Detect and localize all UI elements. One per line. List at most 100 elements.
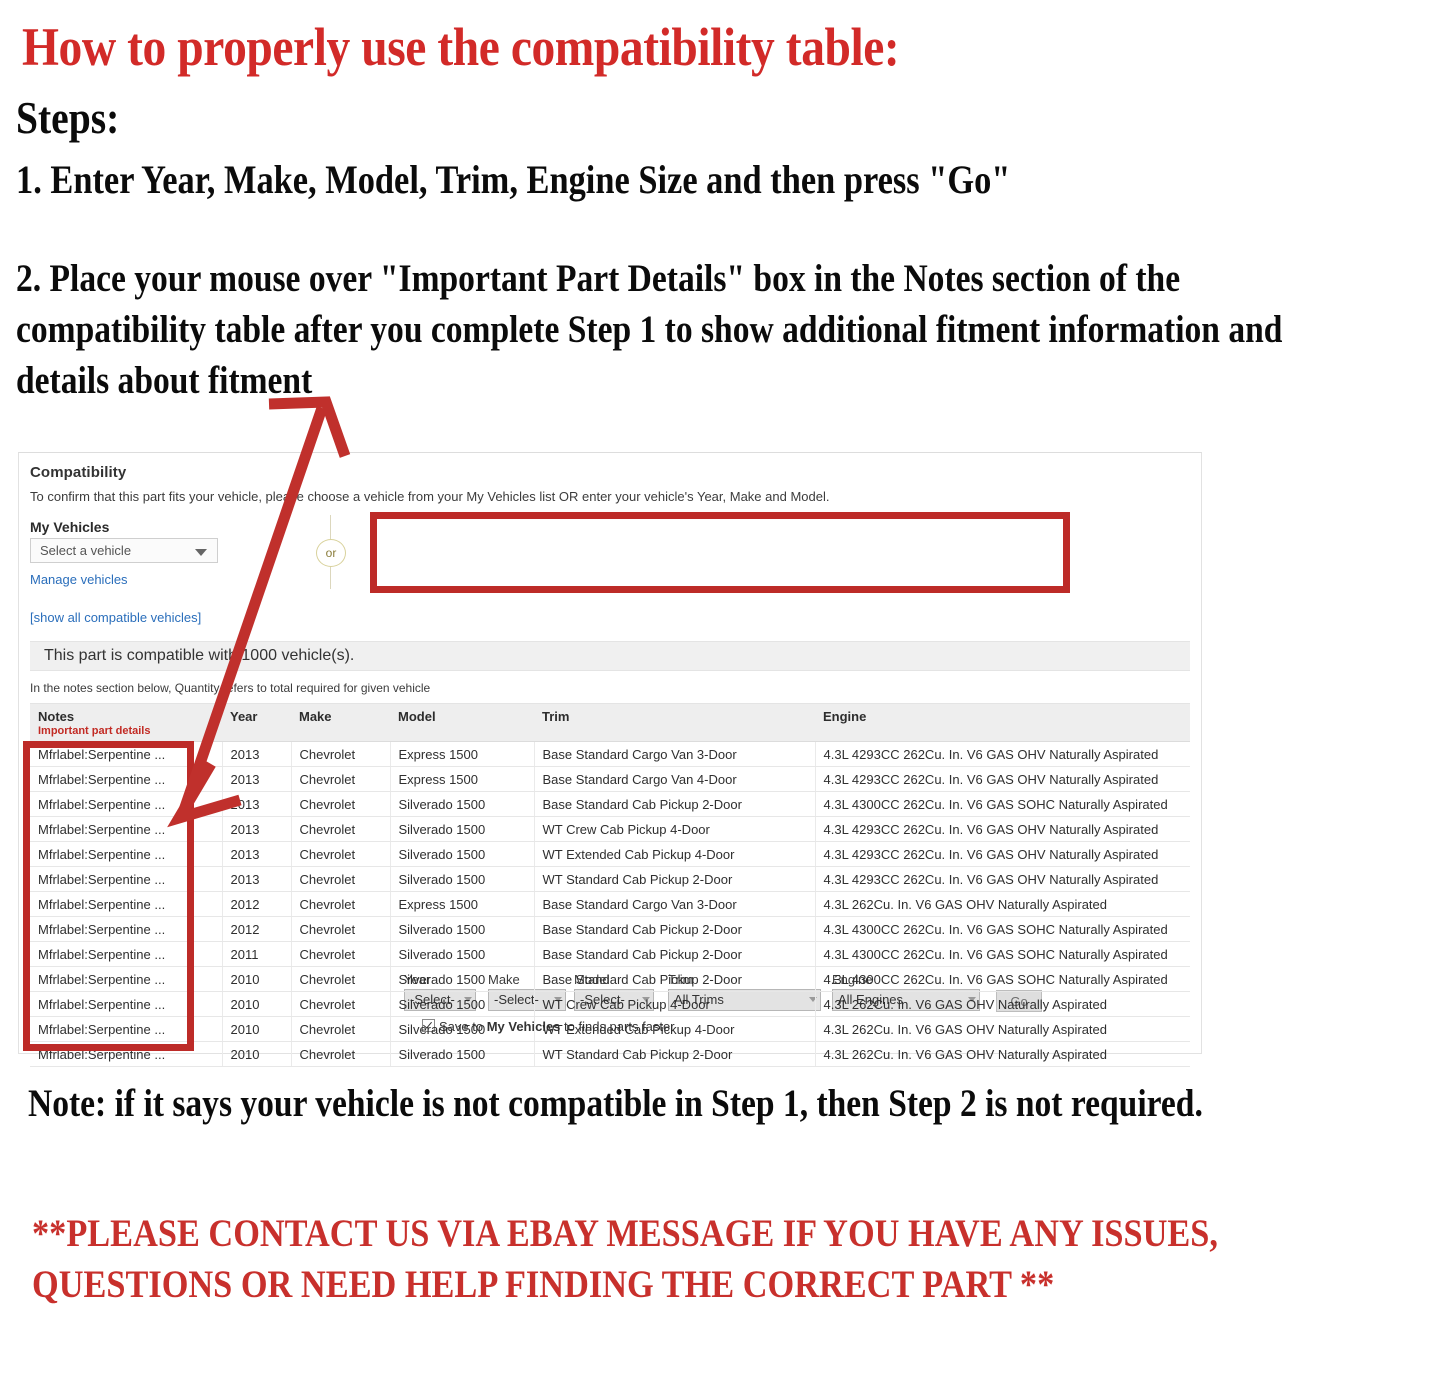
- cell-engine: 4.3L 262Cu. In. V6 GAS OHV Naturally Asp…: [815, 1016, 1190, 1042]
- my-vehicles-label: My Vehicles: [30, 519, 110, 535]
- cell-year: 2010: [222, 966, 292, 992]
- note-text: Note: if it says your vehicle is not com…: [28, 1082, 1203, 1125]
- cell-make: Chevrolet: [291, 766, 391, 792]
- fitment-table: Notes Important part details Year Make M…: [30, 703, 1190, 1067]
- cell-notes[interactable]: Mfrlabel:Serpentine ...: [30, 841, 223, 867]
- cell-trim: Base Standard Cargo Van 3-Door: [534, 741, 816, 767]
- table-row: Mfrlabel:Serpentine ... 2012 Chevrolet Expr…: [30, 891, 1190, 917]
- cell-model: Silverado 1500: [390, 916, 535, 942]
- or-divider-label: or: [316, 539, 346, 567]
- table-header-row: Notes Important part details Year Make M…: [30, 703, 1190, 742]
- col-header-year: Year: [222, 703, 291, 742]
- my-vehicles-select-value: Select a vehicle: [40, 543, 132, 558]
- or-divider: or: [309, 515, 353, 589]
- manage-vehicles-link[interactable]: Manage vehicles: [30, 572, 128, 587]
- table-row: Mfrlabel:Serpentine ... 2010 Chevrolet Silv…: [30, 991, 1190, 1017]
- cell-make: Chevrolet: [291, 1041, 391, 1067]
- table-row: Mfrlabel:Serpentine ... 2013 Chevrolet Expr…: [30, 766, 1190, 792]
- cell-model: Silverado 1500: [390, 991, 535, 1017]
- important-part-details-label[interactable]: Important part details: [38, 725, 214, 737]
- cell-notes[interactable]: Mfrlabel:Serpentine ...: [30, 916, 223, 942]
- cell-model: Silverado 1500: [390, 1016, 535, 1042]
- cell-trim: Base Standard Cab Pickup 2-Door: [534, 916, 816, 942]
- cell-trim: Base Standard Cab Pickup 2-Door: [534, 791, 816, 817]
- cell-notes[interactable]: Mfrlabel:Serpentine ...: [30, 741, 223, 767]
- step-2-text: 2. Place your mouse over "Important Part…: [16, 257, 1283, 402]
- cell-engine: 4.3L 4300CC 262Cu. In. V6 GAS SOHC Natur…: [815, 916, 1190, 942]
- col-header-notes-label: Notes: [38, 709, 75, 724]
- page-title: How to properly use the compatibility ta…: [22, 17, 900, 77]
- cell-model: Silverado 1500: [390, 966, 535, 992]
- table-row: Mfrlabel:Serpentine ... 2010 Chevrolet Silv…: [30, 1041, 1190, 1067]
- cell-notes[interactable]: Mfrlabel:Serpentine ...: [30, 791, 223, 817]
- cell-trim: WT Extended Cab Pickup 4-Door: [534, 841, 816, 867]
- steps-label: Steps:: [16, 92, 120, 143]
- cell-trim: Base Standard Cab Pickup 2-Door: [534, 966, 816, 992]
- cell-model: Silverado 1500: [390, 941, 535, 967]
- cell-trim: WT Standard Cab Pickup 2-Door: [534, 866, 816, 892]
- cell-model: Silverado 1500: [390, 791, 535, 817]
- cell-make: Chevrolet: [291, 1016, 391, 1042]
- cell-trim: WT Extended Cab Pickup 4-Door: [534, 1016, 816, 1042]
- cell-engine: 4.3L 262Cu. In. V6 GAS OHV Naturally Asp…: [815, 991, 1190, 1017]
- cell-engine: 4.3L 4300CC 262Cu. In. V6 GAS SOHC Natur…: [815, 791, 1190, 817]
- cell-notes[interactable]: Mfrlabel:Serpentine ...: [30, 816, 223, 842]
- compatibility-heading: Compatibility: [30, 464, 127, 481]
- show-all-compatible-vehicles-link[interactable]: [show all compatible vehicles]: [30, 610, 201, 625]
- cell-make: Chevrolet: [291, 941, 391, 967]
- cell-model: Express 1500: [390, 766, 535, 792]
- cell-model: Express 1500: [390, 741, 535, 767]
- col-header-engine: Engine: [815, 703, 1190, 742]
- cell-make: Chevrolet: [291, 816, 391, 842]
- table-row: Mfrlabel:Serpentine ... 2010 Chevrolet Silv…: [30, 966, 1190, 992]
- contact-text: **PLEASE CONTACT US VIA EBAY MESSAGE IF …: [32, 1212, 1218, 1306]
- cell-year: 2013: [222, 866, 292, 892]
- cell-engine: 4.3L 4293CC 262Cu. In. V6 GAS OHV Natura…: [815, 841, 1190, 867]
- table-row: Mfrlabel:Serpentine ... 2010 Chevrolet Silv…: [30, 1016, 1190, 1042]
- cell-year: 2013: [222, 816, 292, 842]
- cell-engine: 4.3L 4300CC 262Cu. In. V6 GAS SOHC Natur…: [815, 941, 1190, 967]
- cell-notes[interactable]: Mfrlabel:Serpentine ...: [30, 966, 223, 992]
- table-row: Mfrlabel:Serpentine ... 2013 Chevrolet Silv…: [30, 791, 1190, 817]
- cell-year: 2010: [222, 1016, 292, 1042]
- cell-notes[interactable]: Mfrlabel:Serpentine ...: [30, 1016, 223, 1042]
- cell-make: Chevrolet: [291, 866, 391, 892]
- cell-year: 2013: [222, 741, 292, 767]
- cell-make: Chevrolet: [291, 791, 391, 817]
- cell-year: 2010: [222, 1041, 292, 1067]
- cell-notes[interactable]: Mfrlabel:Serpentine ...: [30, 941, 223, 967]
- cell-trim: Base Standard Cab Pickup 2-Door: [534, 941, 816, 967]
- cell-notes[interactable]: Mfrlabel:Serpentine ...: [30, 866, 223, 892]
- cell-model: Silverado 1500: [390, 866, 535, 892]
- cell-notes[interactable]: Mfrlabel:Serpentine ...: [30, 991, 223, 1017]
- cell-engine: 4.3L 4293CC 262Cu. In. V6 GAS OHV Natura…: [815, 866, 1190, 892]
- table-row: Mfrlabel:Serpentine ... 2013 Chevrolet Silv…: [30, 866, 1190, 892]
- cell-notes[interactable]: Mfrlabel:Serpentine ...: [30, 1041, 223, 1067]
- cell-trim: WT Standard Cab Pickup 2-Door: [534, 1041, 816, 1067]
- cell-make: Chevrolet: [291, 891, 391, 917]
- cell-notes[interactable]: Mfrlabel:Serpentine ...: [30, 891, 223, 917]
- cell-model: Silverado 1500: [390, 816, 535, 842]
- cell-year: 2012: [222, 916, 292, 942]
- cell-make: Chevrolet: [291, 841, 391, 867]
- cell-make: Chevrolet: [291, 916, 391, 942]
- cell-year: 2013: [222, 791, 292, 817]
- cell-trim: WT Crew Cab Pickup 4-Door: [534, 816, 816, 842]
- table-row: Mfrlabel:Serpentine ... 2013 Chevrolet Silv…: [30, 816, 1190, 842]
- cell-year: 2010: [222, 991, 292, 1017]
- compatibility-subtitle: To confirm that this part fits your vehi…: [30, 489, 830, 504]
- my-vehicles-select[interactable]: Select a vehicle: [30, 538, 218, 563]
- table-row: Mfrlabel:Serpentine ... 2013 Chevrolet Silv…: [30, 841, 1190, 867]
- quantity-note: In the notes section below, Quantity ref…: [30, 681, 431, 695]
- cell-year: 2012: [222, 891, 292, 917]
- form-highlight-box: [370, 512, 1070, 593]
- cell-notes[interactable]: Mfrlabel:Serpentine ...: [30, 766, 223, 792]
- cell-model: Silverado 1500: [390, 1041, 535, 1067]
- cell-year: 2013: [222, 766, 292, 792]
- cell-make: Chevrolet: [291, 741, 391, 767]
- cell-make: Chevrolet: [291, 966, 391, 992]
- cell-year: 2011: [222, 941, 292, 967]
- cell-make: Chevrolet: [291, 991, 391, 1017]
- col-header-trim: Trim: [534, 703, 815, 742]
- step-1-text: 1. Enter Year, Make, Model, Trim, Engine…: [16, 157, 1011, 202]
